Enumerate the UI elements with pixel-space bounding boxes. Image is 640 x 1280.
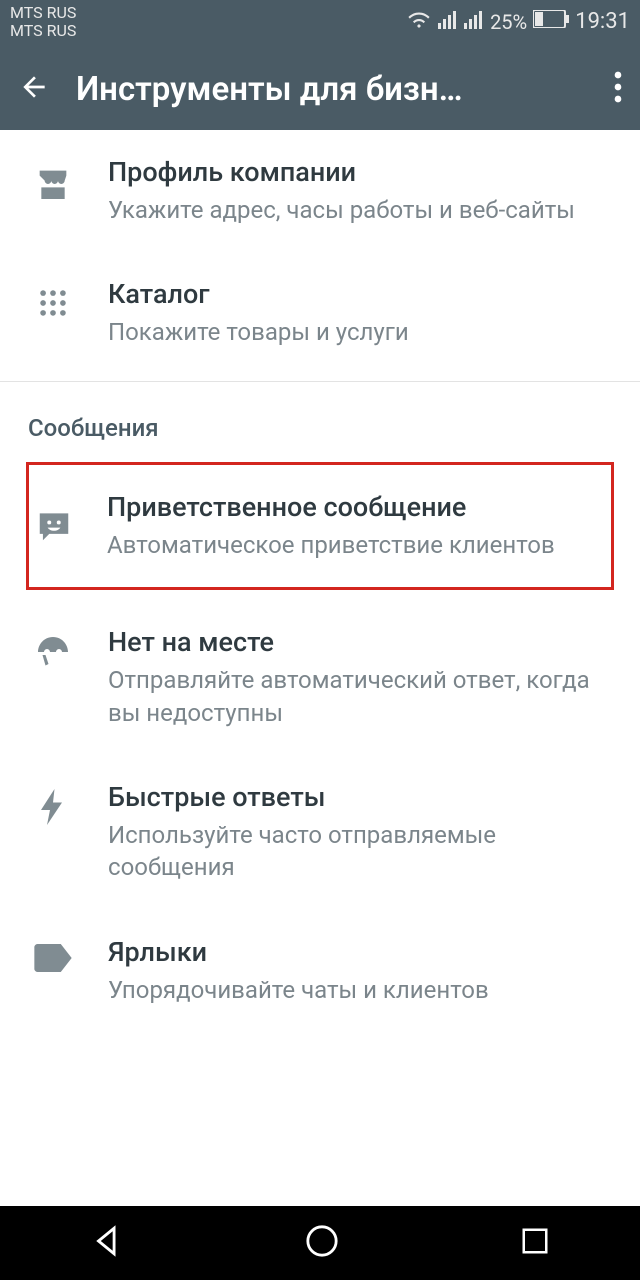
item-company-profile[interactable]: Профиль компании Укажите адрес, часы раб… [0,130,640,252]
content: Профиль компании Укажите адрес, часы раб… [0,130,640,1032]
android-nav-bar [0,1206,640,1280]
status-bar: MTS RUS MTS RUS 25% 19:31 [0,0,640,48]
wifi-icon [406,8,432,35]
item-greeting-message[interactable]: Приветственное сообщение Автоматическое … [29,465,611,587]
item-labels[interactable]: Ярлыки Упорядочивайте чаты и клиентов [0,910,640,1032]
lightning-icon [38,789,68,829]
item-title: Приветственное сообщение [107,491,609,523]
status-carriers: MTS RUS MTS RUS [10,4,76,41]
tag-icon [34,944,72,976]
app-bar: Инструменты для бизн… [0,48,640,130]
back-button[interactable] [18,71,50,107]
signal-2-icon [464,9,484,34]
carrier-1: MTS RUS [10,4,76,22]
item-subtitle: Используйте часто отправляемые сообщения [108,819,616,884]
highlight-greeting: Приветственное сообщение Автоматическое … [26,462,614,590]
item-title: Профиль компании [108,156,616,188]
item-quick-replies[interactable]: Быстрые ответы Используйте часто отправл… [0,755,640,910]
umbrella-icon [35,634,71,674]
item-subtitle: Упорядочивайте чаты и клиентов [108,974,616,1006]
nav-back-button[interactable] [90,1224,124,1262]
signal-1-icon [438,9,458,34]
item-catalog[interactable]: Каталог Покажите товары и услуги [0,252,640,374]
nav-home-button[interactable] [305,1224,339,1262]
carrier-2: MTS RUS [10,22,76,40]
item-title: Нет на месте [108,626,616,658]
section-header-messages: Сообщения [0,382,640,462]
grid-dots-icon [36,286,70,324]
status-time: 19:31 [575,9,630,34]
item-title: Каталог [108,278,616,310]
storefront-icon [33,164,73,208]
status-right: 25% 19:31 [406,4,630,35]
item-subtitle: Автоматическое приветствие клиентов [107,529,609,561]
item-subtitle: Отправляйте автоматический ответ, когда … [108,664,616,729]
battery-icon [533,10,569,33]
nav-recent-button[interactable] [520,1226,550,1260]
battery-percent: 25% [490,10,527,34]
item-title: Ярлыки [108,936,616,968]
more-menu-button[interactable] [614,71,622,107]
item-subtitle: Укажите адрес, часы работы и веб-сайты [108,194,616,226]
item-away-message[interactable]: Нет на месте Отправляйте автоматический … [0,590,640,755]
item-subtitle: Покажите товары и услуги [108,316,616,348]
chat-smile-icon [35,507,73,549]
page-title: Инструменты для бизн… [76,70,588,109]
item-title: Быстрые ответы [108,781,616,813]
